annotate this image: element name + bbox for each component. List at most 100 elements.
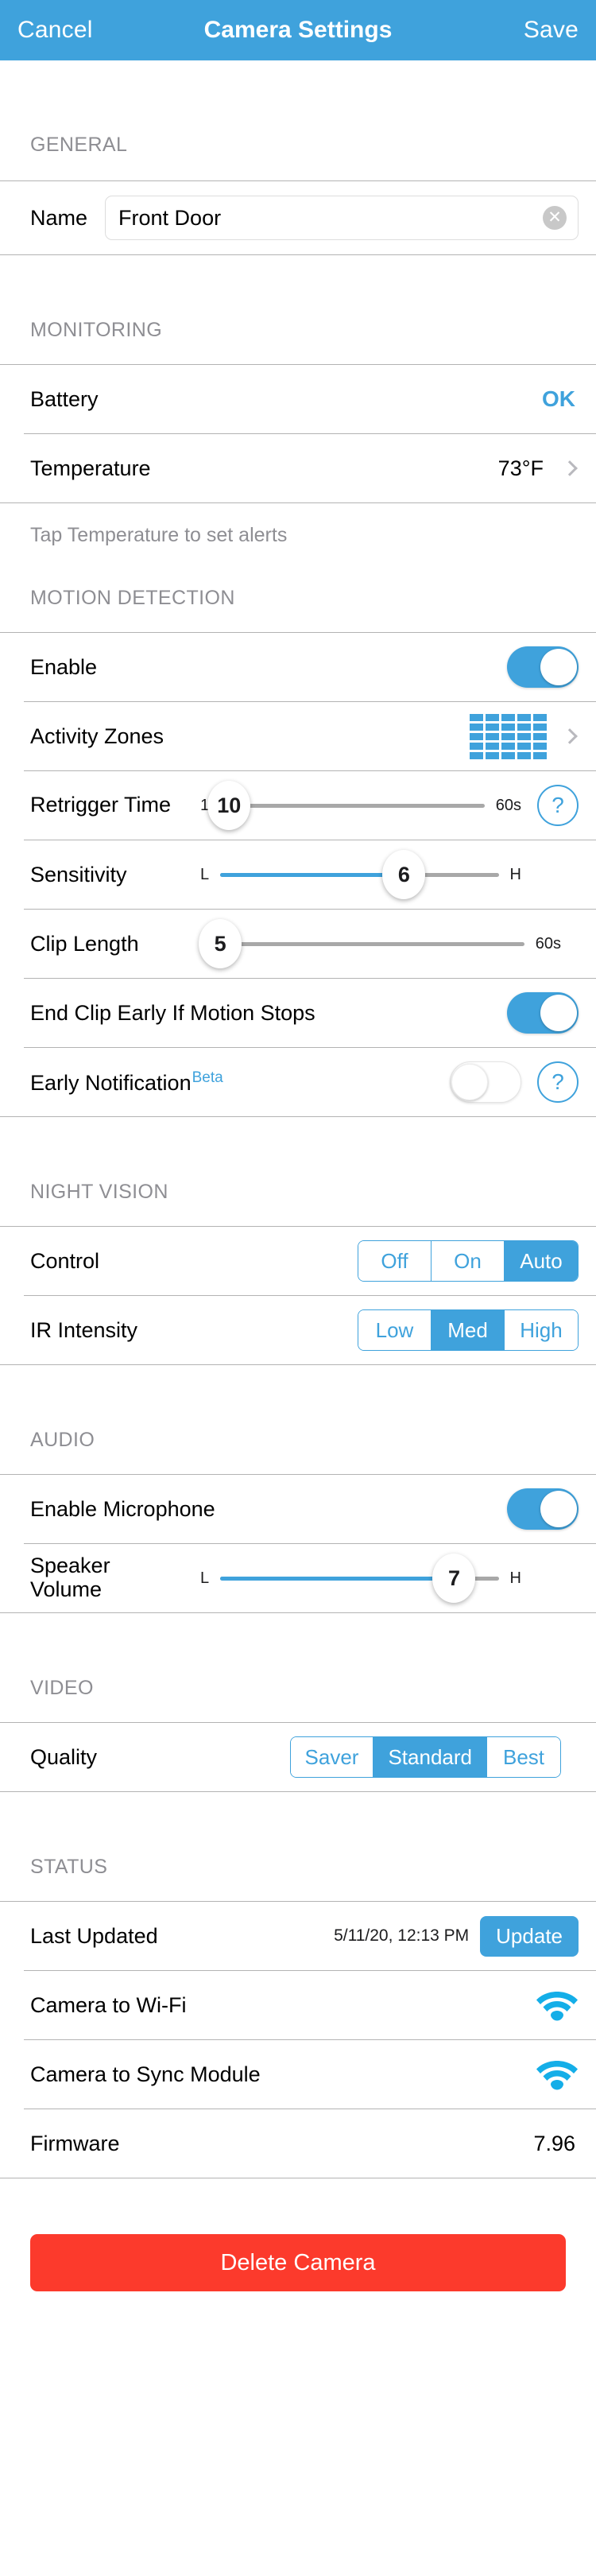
early-notification-toggle[interactable] xyxy=(450,1061,521,1103)
volume-min-label: L xyxy=(200,1569,210,1587)
early-notification-label: Early NotificationBeta xyxy=(30,1069,223,1096)
end-clip-early-label: End Clip Early If Motion Stops xyxy=(30,1000,315,1025)
retrigger-time-slider[interactable]: 10 10 60s xyxy=(200,781,521,830)
name-input[interactable] xyxy=(118,205,543,231)
quality-option-best[interactable]: Best xyxy=(487,1737,560,1777)
sensitivity-slider[interactable]: L 6 H xyxy=(200,850,521,899)
nv-control-option-off[interactable]: Off xyxy=(358,1241,432,1281)
wifi-icon xyxy=(536,1992,578,2021)
retrigger-time-row: Retrigger Time 10 10 60s ? xyxy=(0,771,596,840)
nv-control-option-on[interactable]: On xyxy=(432,1241,505,1281)
last-updated-timestamp: 5/11/20, 12:13 PM xyxy=(334,1926,470,1945)
video-section-header: VIDEO xyxy=(30,1677,94,1699)
ir-option-high[interactable]: High xyxy=(505,1310,578,1350)
temperature-value: 73°F xyxy=(497,456,544,480)
camera-to-wifi-row: Camera to Wi-Fi xyxy=(0,1971,596,2039)
motion-enable-row: Enable xyxy=(0,633,596,701)
end-clip-early-row: End Clip Early If Motion Stops xyxy=(0,979,596,1047)
name-field[interactable]: ✕ xyxy=(105,196,579,240)
audio-section-spacer xyxy=(0,1365,596,1429)
ir-intensity-segmented[interactable]: Low Med High xyxy=(358,1309,579,1351)
end-clip-early-toggle[interactable] xyxy=(507,992,579,1034)
temperature-label: Temperature xyxy=(30,456,151,480)
sensitivity-min-label: L xyxy=(200,865,210,883)
nv-control-label: Control xyxy=(30,1248,100,1273)
last-updated-row: Last Updated 5/11/20, 12:13 PM Update xyxy=(0,1902,596,1970)
enable-microphone-toggle[interactable] xyxy=(507,1488,579,1530)
sensitivity-thumb[interactable]: 6 xyxy=(382,850,426,899)
retrigger-max-label: 60s xyxy=(495,796,521,814)
battery-row: Battery OK xyxy=(0,365,596,433)
clip-thumb[interactable]: 5 xyxy=(199,919,242,968)
speaker-volume-row: Speaker Volume L 7 H xyxy=(0,1544,596,1612)
clear-icon[interactable]: ✕ xyxy=(543,206,567,230)
speaker-volume-slider[interactable]: L 7 H xyxy=(200,1554,521,1603)
early-notification-help-icon[interactable]: ? xyxy=(537,1061,579,1103)
chevron-right-icon xyxy=(562,460,578,476)
video-section-spacer xyxy=(0,1613,596,1677)
early-notification-row: Early NotificationBeta ? xyxy=(0,1048,596,1116)
sensitivity-row: Sensitivity L 6 H xyxy=(0,840,596,909)
firmware-value: 7.96 xyxy=(533,2131,575,2155)
chevron-right-icon xyxy=(562,728,578,744)
ir-option-low[interactable]: Low xyxy=(358,1310,432,1350)
ir-intensity-label: IR Intensity xyxy=(30,1317,138,1342)
cancel-button[interactable]: Cancel xyxy=(17,17,93,44)
enable-microphone-row: Enable Microphone xyxy=(0,1475,596,1543)
monitoring-section-spacer xyxy=(0,255,596,319)
battery-status-badge: OK xyxy=(542,386,575,411)
status-section-header: STATUS xyxy=(30,1856,108,1878)
battery-label: Battery xyxy=(30,386,99,411)
clip-length-label: Clip Length xyxy=(30,931,139,956)
general-section-header: GENERAL xyxy=(30,134,128,156)
night-vision-section-spacer xyxy=(0,1117,596,1181)
activity-zones-grid-icon xyxy=(470,713,547,759)
general-section-spacer xyxy=(0,60,596,134)
beta-badge: Beta xyxy=(192,1069,223,1086)
clip-max-label: 60s xyxy=(535,934,561,952)
camera-to-sync-module-label: Camera to Sync Module xyxy=(30,2062,261,2086)
delete-camera-button[interactable]: Delete Camera xyxy=(30,2234,566,2291)
speaker-volume-label: Speaker Volume xyxy=(30,1554,110,1601)
motion-enable-toggle[interactable] xyxy=(507,646,579,688)
sensitivity-max-label: H xyxy=(509,865,521,883)
wifi-icon xyxy=(536,2061,578,2090)
sensitivity-track-fill xyxy=(220,872,404,877)
quality-option-saver[interactable]: Saver xyxy=(290,1737,374,1777)
night-vision-section-header: NIGHT VISION xyxy=(30,1181,168,1203)
name-row: Name ✕ xyxy=(0,181,596,254)
sensitivity-label: Sensitivity xyxy=(30,862,127,886)
quality-row: Quality Saver Standard Best xyxy=(0,1723,596,1791)
nv-control-segmented[interactable]: Off On Auto xyxy=(358,1240,579,1282)
camera-to-wifi-label: Camera to Wi-Fi xyxy=(30,1992,187,2017)
sensitivity-track[interactable]: 6 xyxy=(220,850,499,899)
save-button[interactable]: Save xyxy=(524,17,579,44)
retrigger-help-icon[interactable]: ? xyxy=(537,785,579,826)
retrigger-track[interactable]: 10 xyxy=(207,781,485,830)
retrigger-thumb[interactable]: 10 xyxy=(207,781,251,830)
delete-section: Delete Camera xyxy=(0,2178,596,2291)
temperature-hint: Tap Temperature to set alerts xyxy=(30,524,288,546)
clip-length-slider[interactable]: 5 5 60s xyxy=(199,919,561,968)
volume-max-label: H xyxy=(509,1569,521,1587)
navigation-bar: Cancel Camera Settings Save xyxy=(0,0,596,60)
early-notification-text: Early Notification xyxy=(30,1070,192,1095)
ir-option-med[interactable]: Med xyxy=(432,1310,505,1350)
volume-track[interactable]: 7 xyxy=(220,1554,499,1603)
nv-control-option-auto[interactable]: Auto xyxy=(505,1241,578,1281)
clip-track[interactable]: 5 xyxy=(199,919,524,968)
retrigger-time-label: Retrigger Time xyxy=(30,793,172,817)
quality-label: Quality xyxy=(30,1744,98,1769)
status-section-spacer xyxy=(0,1792,596,1856)
quality-option-standard[interactable]: Standard xyxy=(373,1737,487,1777)
firmware-row: Firmware 7.96 xyxy=(0,2109,596,2178)
activity-zones-row[interactable]: Activity Zones xyxy=(0,702,596,770)
last-updated-label: Last Updated xyxy=(30,1923,158,1948)
volume-thumb[interactable]: 7 xyxy=(432,1554,476,1603)
quality-segmented[interactable]: Saver Standard Best xyxy=(289,1736,561,1778)
name-label: Name xyxy=(30,205,88,230)
temperature-row[interactable]: Temperature 73°F xyxy=(0,434,596,502)
activity-zones-label: Activity Zones xyxy=(30,724,164,748)
update-button[interactable]: Update xyxy=(480,1915,579,1957)
ir-intensity-row: IR Intensity Low Med High xyxy=(0,1296,596,1364)
